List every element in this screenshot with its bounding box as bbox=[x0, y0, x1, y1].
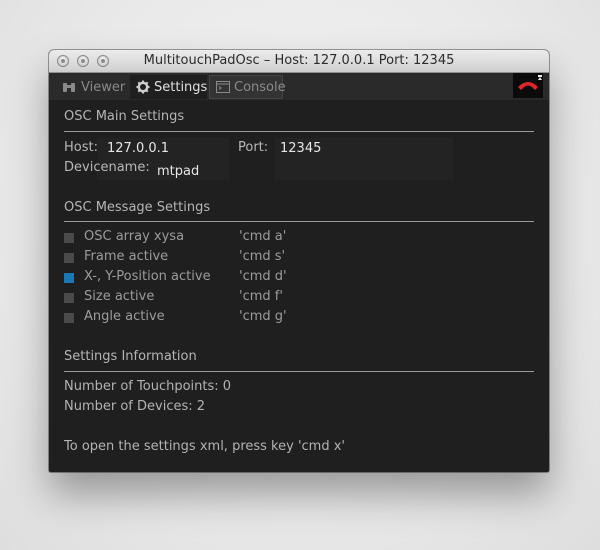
window-title: MultitouchPadOsc – Host: 127.0.0.1 Port:… bbox=[143, 53, 455, 68]
checkbox-angle[interactable] bbox=[64, 313, 74, 323]
divider bbox=[64, 371, 534, 372]
gear-icon bbox=[136, 79, 150, 95]
checkbox-osc-array[interactable] bbox=[64, 233, 74, 243]
binoculars-icon bbox=[61, 79, 77, 95]
devicename-input[interactable]: mtpad bbox=[157, 164, 199, 179]
shortcut-label: 'cmd d' bbox=[239, 269, 287, 284]
tab-viewer[interactable]: Viewer bbox=[55, 75, 129, 99]
shortcut-label: 'cmd g' bbox=[239, 309, 287, 324]
port-label: Port: bbox=[238, 140, 269, 155]
section-title-info: Settings Information bbox=[64, 349, 197, 364]
host-label: Host: bbox=[64, 140, 98, 155]
shortcut-label: 'cmd f' bbox=[239, 289, 283, 304]
divider bbox=[64, 221, 534, 222]
app-window: MultitouchPadOsc – Host: 127.0.0.1 Port:… bbox=[49, 50, 549, 472]
option-label: Size active bbox=[84, 289, 155, 304]
divider bbox=[64, 131, 534, 132]
checkbox-xy-position[interactable] bbox=[64, 273, 74, 283]
port-input[interactable]: 12345 bbox=[280, 141, 321, 156]
tab-console[interactable]: Console bbox=[209, 75, 286, 99]
devices-count: Number of Devices: 2 bbox=[64, 399, 206, 414]
settings-panel: OSC Main Settings Host: 127.0.0.1 Port: … bbox=[57, 102, 541, 464]
section-title-main: OSC Main Settings bbox=[64, 109, 185, 124]
connection-status-button[interactable] bbox=[513, 73, 543, 98]
title-bar: MultitouchPadOsc – Host: 127.0.0.1 Port:… bbox=[49, 50, 549, 73]
section-title-messages: OSC Message Settings bbox=[64, 200, 211, 215]
shortcut-label: 'cmd s' bbox=[239, 249, 286, 264]
option-label: Frame active bbox=[84, 249, 169, 264]
tab-label: Console bbox=[234, 79, 286, 95]
settings-hint: To open the settings xml, press key 'cmd… bbox=[64, 439, 345, 454]
devicename-label: Devicename: bbox=[64, 160, 150, 175]
checkbox-size[interactable] bbox=[64, 293, 74, 303]
checkbox-frame[interactable] bbox=[64, 253, 74, 263]
option-label: Angle active bbox=[84, 309, 165, 324]
option-label: OSC array xysa bbox=[84, 229, 185, 244]
console-icon bbox=[216, 79, 230, 95]
tab-label: Viewer bbox=[81, 79, 126, 95]
tab-bar: Viewer Settings Console bbox=[49, 73, 549, 100]
tab-label: Settings bbox=[154, 79, 208, 95]
touchpoints-count: Number of Touchpoints: 0 bbox=[64, 379, 232, 394]
option-label: X-, Y-Position active bbox=[84, 269, 211, 284]
shortcut-label: 'cmd a' bbox=[239, 229, 287, 244]
phone-icon bbox=[518, 75, 542, 90]
host-input[interactable]: 127.0.0.1 bbox=[107, 141, 169, 156]
tab-settings[interactable]: Settings bbox=[130, 75, 207, 99]
